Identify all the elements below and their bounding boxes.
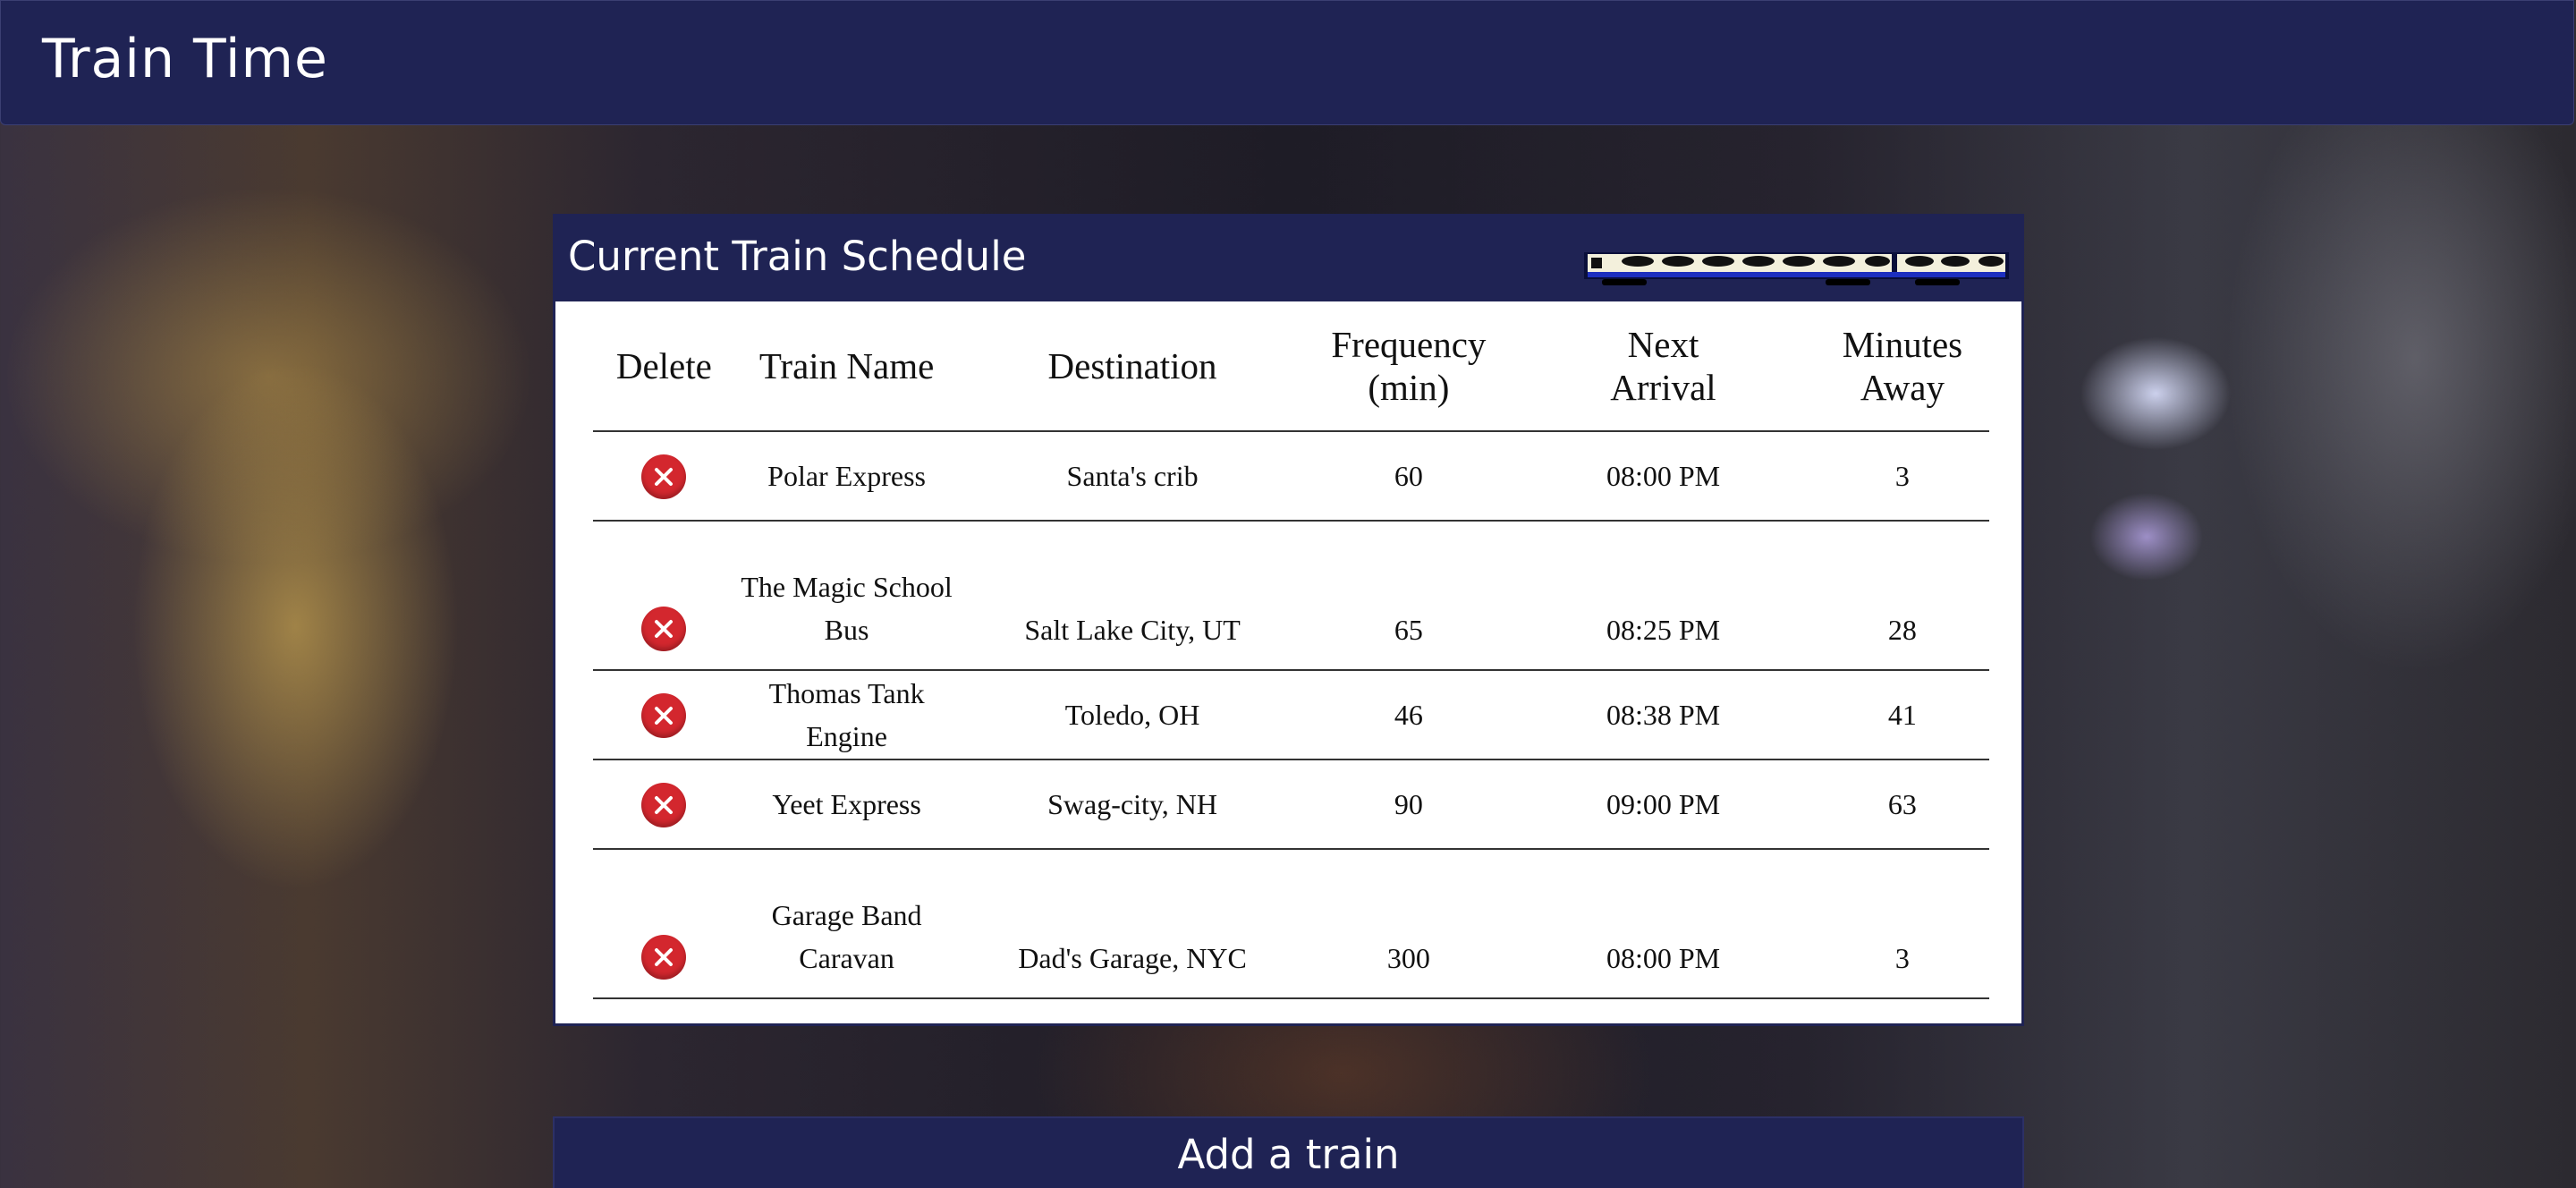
delete-cell	[593, 521, 735, 671]
minutes-away-cell: 28	[1815, 521, 1989, 671]
schedule-title: Current Train Schedule	[568, 233, 1027, 280]
close-icon	[655, 948, 674, 966]
add-train-panel: Add a train	[553, 1116, 2024, 1188]
train-name-cell: The Magic School Bus	[734, 521, 959, 671]
next-arrival-cell: 08:25 PM	[1511, 521, 1816, 671]
add-train-title: Add a train	[1177, 1131, 1400, 1178]
frequency-cell: 46	[1306, 670, 1512, 760]
destination-cell: Swag-city, NH	[958, 759, 1307, 850]
delete-button[interactable]	[641, 454, 687, 500]
header-next-arrival: Next Arrival	[1511, 301, 1816, 432]
train-name-cell: Thomas Tank Engine	[734, 670, 959, 760]
frequency-cell: 60	[1306, 431, 1512, 522]
frequency-cell: 300	[1306, 849, 1512, 999]
next-arrival-cell: 08:00 PM	[1511, 849, 1816, 999]
frequency-cell: 65	[1306, 521, 1512, 671]
schedule-table: Delete Train Name Destination Frequency(…	[593, 301, 1989, 999]
header-train-name: Train Name	[734, 301, 959, 432]
close-icon	[655, 707, 674, 726]
delete-button[interactable]	[641, 693, 687, 739]
delete-button[interactable]	[641, 607, 687, 651]
next-arrival-cell: 08:38 PM	[1511, 670, 1816, 760]
frequency-cell: 90	[1306, 759, 1512, 850]
minutes-away-cell: 3	[1815, 431, 1989, 522]
destination-cell: Dad's Garage, NYC	[958, 849, 1307, 999]
delete-button[interactable]	[641, 935, 687, 980]
close-icon	[655, 796, 674, 815]
delete-cell	[593, 431, 735, 522]
table-row: Polar Express Santa's crib 60 08:00 PM 3	[593, 431, 1989, 522]
delete-button[interactable]	[641, 783, 687, 828]
train-name-cell: Garage Band Caravan	[734, 849, 959, 999]
destination-cell: Salt Lake City, UT	[958, 521, 1307, 671]
train-name-cell: Yeet Express	[734, 759, 959, 850]
brand-title[interactable]: Train Time	[42, 28, 328, 90]
minutes-away-cell: 3	[1815, 849, 1989, 999]
destination-cell: Toledo, OH	[958, 670, 1307, 760]
minutes-away-cell: 41	[1815, 670, 1989, 760]
header-delete: Delete	[593, 301, 735, 432]
delete-cell	[593, 759, 735, 850]
table-header-row: Delete Train Name Destination Frequency(…	[593, 301, 1989, 432]
destination-cell: Santa's crib	[958, 431, 1307, 522]
navbar: Train Time	[0, 0, 2574, 125]
minutes-away-cell: 63	[1815, 759, 1989, 850]
delete-cell	[593, 670, 735, 760]
train-icon	[1584, 252, 2009, 285]
table-row: The Magic School Bus Salt Lake City, UT …	[593, 521, 1989, 671]
schedule-panel-header: Current Train Schedule	[555, 216, 2021, 301]
header-minutes-away: Minutes Away	[1815, 301, 1989, 432]
table-row: Thomas Tank Engine Toledo, OH 46 08:38 P…	[593, 670, 1989, 760]
close-icon	[655, 620, 674, 638]
table-row: Yeet Express Swag-city, NH 90 09:00 PM 6…	[593, 759, 1989, 850]
next-arrival-cell: 08:00 PM	[1511, 431, 1816, 522]
delete-cell	[593, 849, 735, 999]
schedule-panel: Current Train Schedule Delete Train Name…	[553, 214, 2024, 1026]
close-icon	[655, 468, 674, 487]
header-frequency: Frequency (min)	[1306, 301, 1512, 432]
header-destination: Destination	[958, 301, 1307, 432]
next-arrival-cell: 09:00 PM	[1511, 759, 1816, 850]
table-row: Garage Band Caravan Dad's Garage, NYC 30…	[593, 849, 1989, 999]
train-name-cell: Polar Express	[734, 431, 959, 522]
